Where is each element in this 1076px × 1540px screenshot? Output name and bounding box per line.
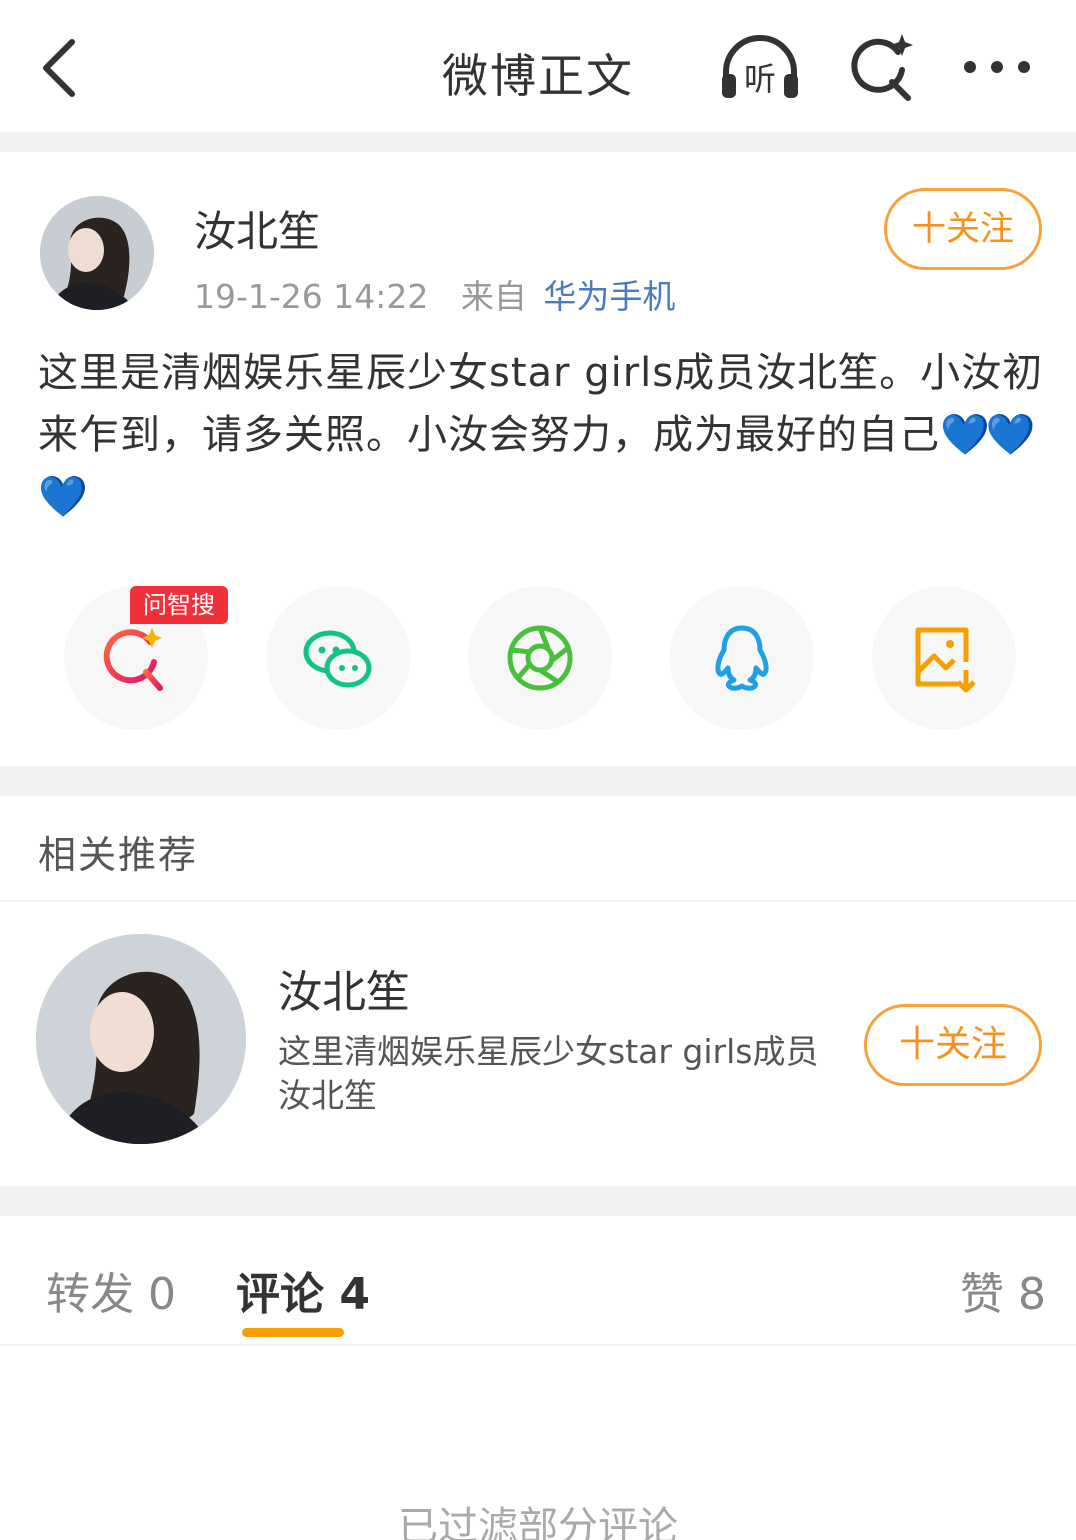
smart-search-badge: 问智搜 bbox=[130, 586, 228, 624]
recommend-section-title: 相关推荐 bbox=[38, 833, 199, 877]
tab-reposts[interactable]: 转发 0 bbox=[46, 1258, 176, 1322]
post-text: 这里是清烟娱乐星辰少女star girls成员汝北笙。小汝初来乍到，请多关照。小… bbox=[38, 350, 1044, 458]
avatar[interactable] bbox=[40, 196, 154, 310]
follow-button[interactable]: 十关注 bbox=[884, 188, 1042, 270]
share-save-image-button[interactable] bbox=[872, 586, 1016, 730]
tab-likes[interactable]: 赞 8 bbox=[960, 1258, 1046, 1322]
post-username[interactable]: 汝北笙 bbox=[194, 198, 320, 259]
divider bbox=[0, 1344, 1076, 1346]
listen-headphones-icon[interactable]: 听 bbox=[718, 32, 802, 102]
recommend-username[interactable]: 汝北笙 bbox=[278, 956, 410, 1020]
moments-icon bbox=[507, 625, 573, 691]
recommend-avatar[interactable] bbox=[36, 934, 246, 1144]
qq-icon bbox=[715, 625, 769, 691]
post-from-label: 来自 bbox=[460, 277, 527, 316]
active-tab-indicator bbox=[242, 1328, 344, 1337]
share-wechat-button[interactable] bbox=[266, 586, 410, 730]
post-source[interactable]: 华为手机 bbox=[543, 277, 675, 316]
smart-search-icon bbox=[103, 628, 163, 691]
filtered-comments-notice: 已过滤部分评论 bbox=[398, 1504, 678, 1540]
post-content: 这里是清烟娱乐星辰少女star girls成员汝北笙。小汝初来乍到，请多关照。小… bbox=[38, 342, 1048, 528]
top-nav-bar: 微博正文 听 bbox=[0, 0, 1076, 132]
post-time: 19-1-26 14:22 bbox=[194, 277, 429, 316]
recommend-description: 这里清烟娱乐星辰少女star girls成员汝北笙 bbox=[278, 1032, 819, 1115]
section-gap bbox=[0, 766, 1076, 796]
save-image-icon bbox=[915, 627, 976, 693]
wechat-icon bbox=[303, 630, 372, 688]
tab-comments[interactable]: 评论 4 bbox=[236, 1258, 370, 1322]
more-icon[interactable] bbox=[960, 52, 1034, 82]
section-gap bbox=[0, 132, 1076, 152]
share-qq-button[interactable] bbox=[670, 586, 814, 730]
post-meta: 19-1-26 14:22 来自 华为手机 bbox=[194, 270, 675, 318]
recommend-follow-button[interactable]: 十关注 bbox=[864, 1004, 1042, 1086]
share-moments-button[interactable] bbox=[468, 586, 612, 730]
smart-search-icon[interactable] bbox=[846, 30, 916, 102]
section-gap bbox=[0, 1186, 1076, 1216]
divider bbox=[0, 900, 1076, 902]
listen-label: 听 bbox=[744, 60, 776, 98]
